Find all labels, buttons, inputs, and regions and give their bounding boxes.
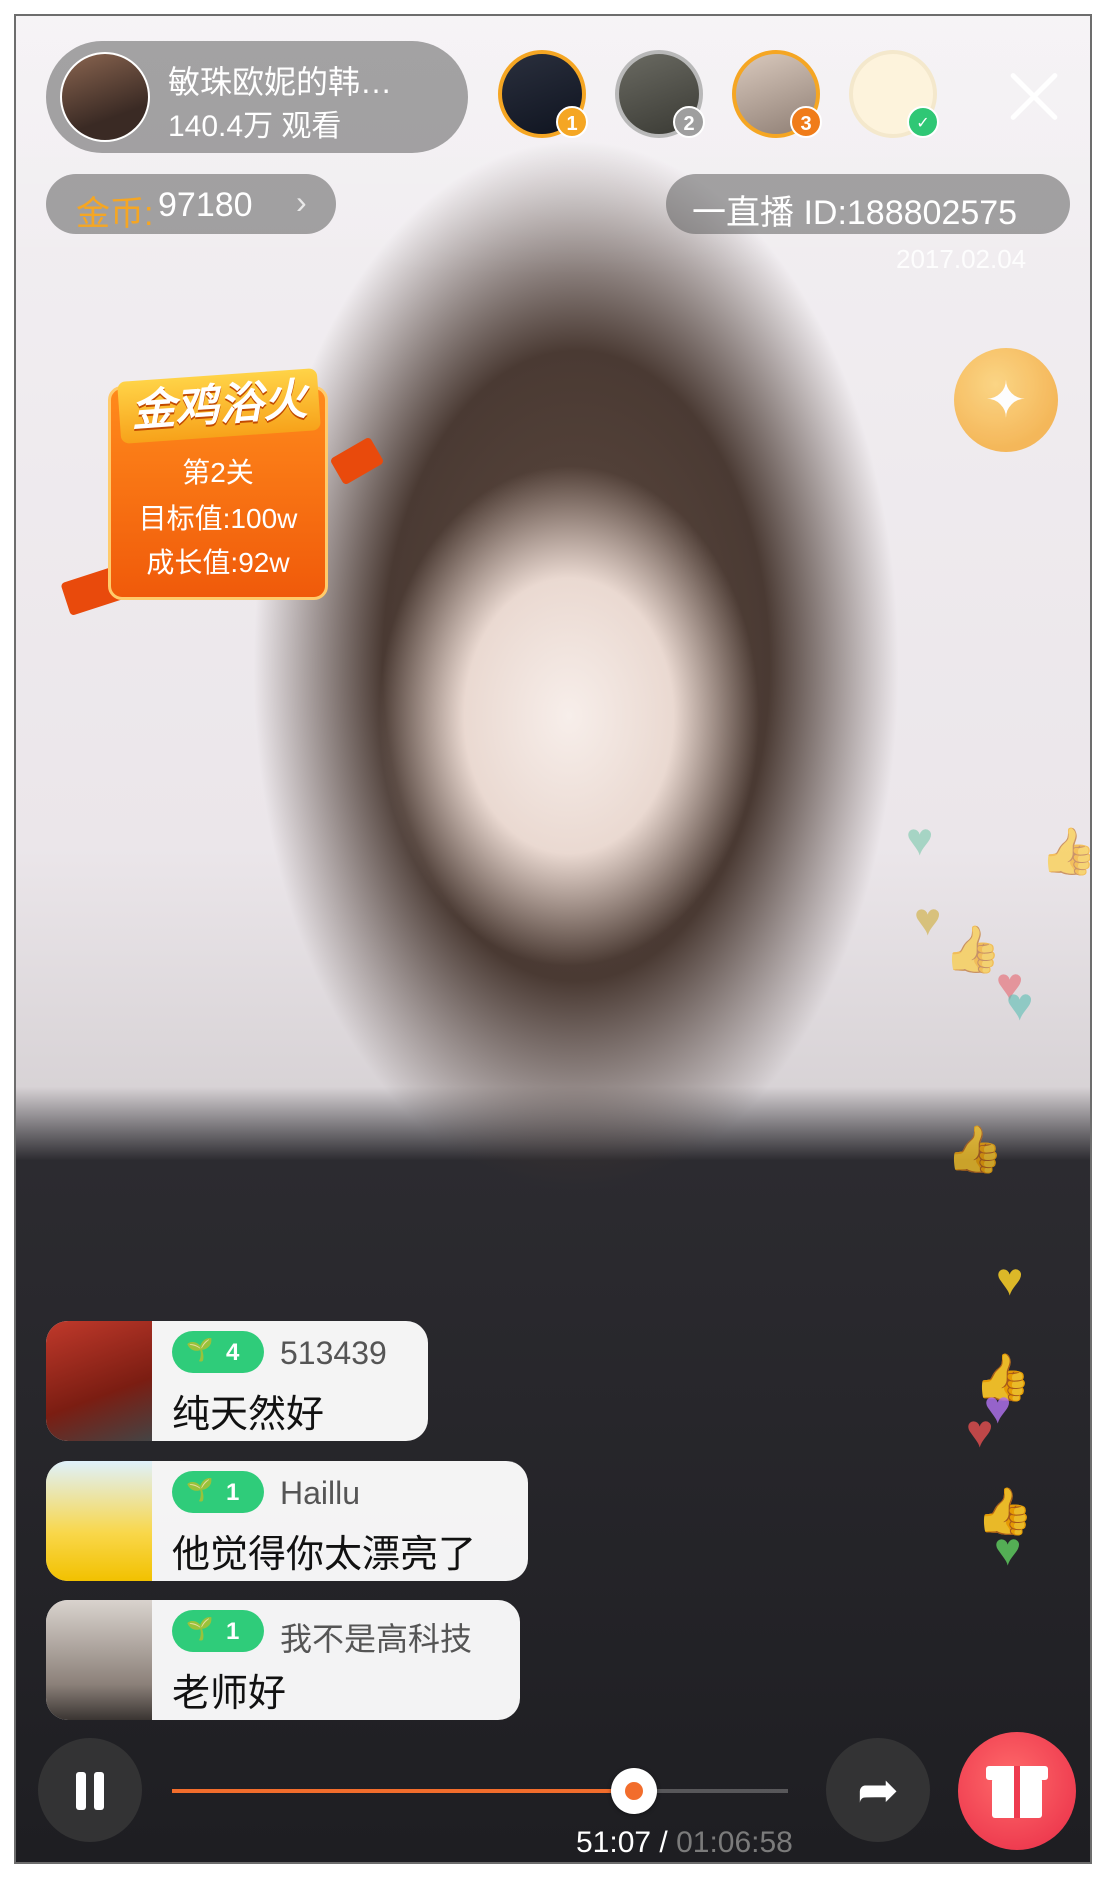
top-viewer-avatar-2[interactable]: 2 (615, 50, 705, 138)
share-icon[interactable]: ➦ (826, 1738, 930, 1842)
chat-text: 老师好 (172, 1673, 287, 1715)
verified-badge: ✓ (907, 106, 939, 138)
pause-icon[interactable] (38, 1738, 142, 1842)
magic-wand-icon[interactable]: ✦ (954, 348, 1058, 452)
close-icon[interactable] (1006, 68, 1062, 124)
chat-text: 他觉得你太漂亮了 (172, 1534, 477, 1576)
gift-ribbon (1014, 1766, 1020, 1818)
chat-message[interactable]: 🌱 1 我不是高科技 老师好 (46, 1600, 520, 1720)
live-stream-frame: 敏珠欧妮的韩… 140.4万 观看 1 2 3 ✓ 金币: 97180 › 一直… (14, 14, 1092, 1864)
host-info-capsule[interactable]: 敏珠欧妮的韩… 140.4万 观看 (46, 41, 468, 153)
rank-badge: 2 (673, 106, 705, 138)
chat-username: Haillu (280, 1475, 361, 1511)
room-id-capsule: 一直播 ID:188802575 (666, 174, 1070, 234)
event-growth: 成长值:92w (146, 547, 290, 578)
chat-text: 纯天然好 (172, 1394, 325, 1436)
host-name: 敏珠欧妮的韩… (168, 64, 393, 100)
user-avatar[interactable] (46, 1600, 152, 1720)
heart-icon: ♥ (1006, 978, 1034, 1030)
thumbs-up-icon: 👍 (1040, 825, 1092, 877)
heart-icon: ♥ (994, 1523, 1022, 1575)
heart-icon: ♥ (914, 893, 942, 945)
chat-message[interactable]: 🌱 1 Haillu 他觉得你太漂亮了 (46, 1461, 528, 1581)
coins-value: 97180 (158, 186, 253, 224)
room-id-text: 一直播 ID:188802575 (692, 194, 1018, 232)
chat-username: 我不是高科技 (280, 1621, 473, 1657)
heart-icon: ♥ (906, 813, 934, 865)
rank-badge: 1 (556, 106, 588, 138)
top-viewer-avatar-3[interactable]: 3 (732, 50, 822, 138)
level-badge: 🌱 1 (172, 1471, 264, 1513)
coins-capsule[interactable]: 金币: 97180 › (46, 174, 336, 234)
ribbon-decoration (329, 436, 385, 486)
level-badge: 🌱 4 (172, 1331, 264, 1373)
stream-date: 2017.02.04 (896, 244, 1027, 274)
thumbs-up-icon: 👍 (946, 1123, 1004, 1175)
host-avatar[interactable] (60, 52, 150, 142)
chat-username: 513439 (280, 1335, 387, 1371)
coins-label: 金币: (76, 195, 154, 233)
user-avatar[interactable] (46, 1321, 152, 1441)
top-viewer-avatar-1[interactable]: 1 (498, 50, 588, 138)
total-time: 01:06:58 (676, 1826, 793, 1859)
event-target: 目标值:100w (138, 503, 298, 534)
user-avatar[interactable] (46, 1461, 152, 1581)
event-title: 金鸡浴火 (117, 368, 321, 444)
chevron-right-icon: › (296, 184, 307, 220)
leaf-icon: 🌱 (186, 1337, 214, 1362)
chat-message[interactable]: 🌱 4 513439 纯天然好 (46, 1321, 428, 1441)
top-viewer-avatar-4[interactable]: ✓ (849, 50, 939, 138)
level-badge: 🌱 1 (172, 1610, 264, 1652)
rank-badge: 3 (790, 106, 822, 138)
leaf-icon: 🌱 (186, 1616, 214, 1641)
progress-fill (172, 1789, 634, 1793)
heart-icon: ♥ (996, 1253, 1024, 1305)
gift-icon[interactable] (958, 1732, 1076, 1850)
event-badge[interactable]: 金鸡浴火 第2关 目标值:100w 成长值:92w (108, 368, 328, 600)
viewer-count: 140.4万 观看 (168, 110, 342, 143)
playback-time: 51:07 / 01:06:58 (576, 1826, 793, 1859)
current-time: 51:07 (576, 1826, 652, 1859)
event-level: 第2关 (182, 457, 254, 488)
progress-thumb[interactable] (611, 1768, 657, 1814)
progress-track[interactable] (172, 1768, 788, 1814)
thumbs-up-icon: 👍 (944, 923, 1002, 975)
leaf-icon: 🌱 (186, 1477, 214, 1502)
heart-icon: ♥ (966, 1405, 994, 1457)
